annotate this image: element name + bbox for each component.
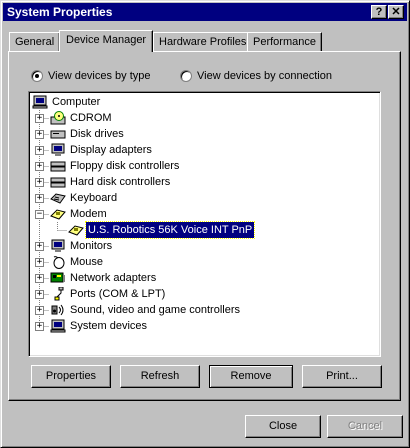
system-icon [50,319,66,333]
radio-view-by-type[interactable]: View devices by type [31,69,181,83]
expand-icon[interactable]: + [35,130,44,139]
tree-item-label: System devices [70,320,148,332]
tree-item-label: Hard disk controllers [70,176,171,188]
tree-item-sound-video-game[interactable]: + Sound, video and game controllers [29,302,369,318]
tab-general[interactable]: General [9,32,61,51]
radio-dot[interactable] [180,70,192,82]
computer-icon [32,95,48,109]
modem-icon [50,209,66,220]
remove-button[interactable]: Remove [209,365,293,388]
device-tree[interactable]: Computer + CDROM + Disk drives + Display… [28,91,381,357]
expand-icon[interactable]: + [35,306,44,315]
tree-item-cdrom[interactable]: + CDROM [29,110,369,126]
tree-child-usr-modem[interactable]: U.S. Robotics 56K Voice INT PnP [47,221,367,239]
radio-dot[interactable] [31,70,43,82]
print-button[interactable]: Print... [302,365,382,388]
disk-drive-icon [50,130,66,139]
radio-label: View devices by type [48,70,151,82]
expand-icon[interactable]: + [35,322,44,331]
mouse-icon [53,256,65,269]
title-bar[interactable]: System Properties ? ✕ [3,3,407,21]
tab-hardware-profiles[interactable]: Hardware Profiles [153,32,253,51]
close-button[interactable]: Close [245,415,321,438]
expand-icon[interactable]: + [35,194,44,203]
tree-item-label: Network adapters [70,272,157,284]
tree-item-hard-disk-controllers[interactable]: + Hard disk controllers [29,174,369,190]
cdrom-icon [50,111,66,125]
tree-item-label: CDROM [70,112,112,124]
tree-item-label: Monitors [70,240,113,252]
tree-item-network-adapters[interactable]: + Network adapters [29,270,369,286]
expand-icon[interactable]: + [35,178,44,187]
cancel-button[interactable]: Cancel [327,415,403,438]
tree-item-ports[interactable]: + Ports (COM & LPT) [29,286,369,302]
tree-item-mouse[interactable]: + Mouse [29,254,369,270]
monitor-icon [51,239,65,252]
tree-child-label-selected: U.S. Robotics 56K Voice INT PnP [84,221,256,239]
system-properties-window: System Properties ? ✕ General Device Man… [0,0,410,448]
expand-icon[interactable]: + [35,290,44,299]
tree-item-display-adapters[interactable]: + Display adapters [29,142,369,158]
radio-view-by-connection[interactable]: View devices by connection [180,69,340,83]
tree-item-label: Floppy disk controllers [70,160,180,172]
keyboard-icon [50,193,66,204]
expand-icon[interactable]: + [35,162,44,171]
network-card-icon [50,272,65,283]
close-window-button[interactable]: ✕ [388,5,404,19]
expand-icon[interactable]: + [35,242,44,251]
tab-device-manager[interactable]: Device Manager [59,30,154,52]
controller-icon [50,177,66,188]
tree-item-label: Keyboard [70,192,118,204]
expand-icon[interactable]: + [35,274,44,283]
port-icon [54,287,64,301]
monitor-icon [51,143,65,156]
tree-item-floppy-disk-controllers[interactable]: + Floppy disk controllers [29,158,369,174]
collapse-icon[interactable]: − [35,210,44,219]
tree-item-monitors[interactable]: + Monitors [29,238,369,254]
refresh-button[interactable]: Refresh [120,365,200,388]
tree-root-label: Computer [52,96,101,108]
tree-item-modem[interactable]: − Modem [29,206,369,222]
tree-item-disk-drives[interactable]: + Disk drives [29,126,369,142]
window-title: System Properties [7,5,113,19]
tree-item-label: Mouse [70,256,104,268]
tree-item-label: Modem [70,208,107,220]
expand-icon[interactable]: + [35,146,44,155]
sound-icon [51,304,64,316]
tree-item-system-devices[interactable]: + System devices [29,318,369,334]
tab-performance[interactable]: Performance [247,32,322,51]
tree-item-label: Display adapters [70,144,152,156]
tree-item-label: Ports (COM & LPT) [70,288,166,300]
tree-item-label: Sound, video and game controllers [70,304,240,316]
radio-label: View devices by connection [197,70,332,82]
tree-item-keyboard[interactable]: + Keyboard [29,190,369,206]
help-button[interactable]: ? [371,5,387,19]
modem-icon [68,225,84,236]
expand-icon[interactable]: + [35,114,44,123]
properties-button[interactable]: Properties [31,365,111,388]
controller-icon [50,161,66,172]
expand-icon[interactable]: + [35,258,44,267]
tree-item-label: Disk drives [70,128,124,140]
